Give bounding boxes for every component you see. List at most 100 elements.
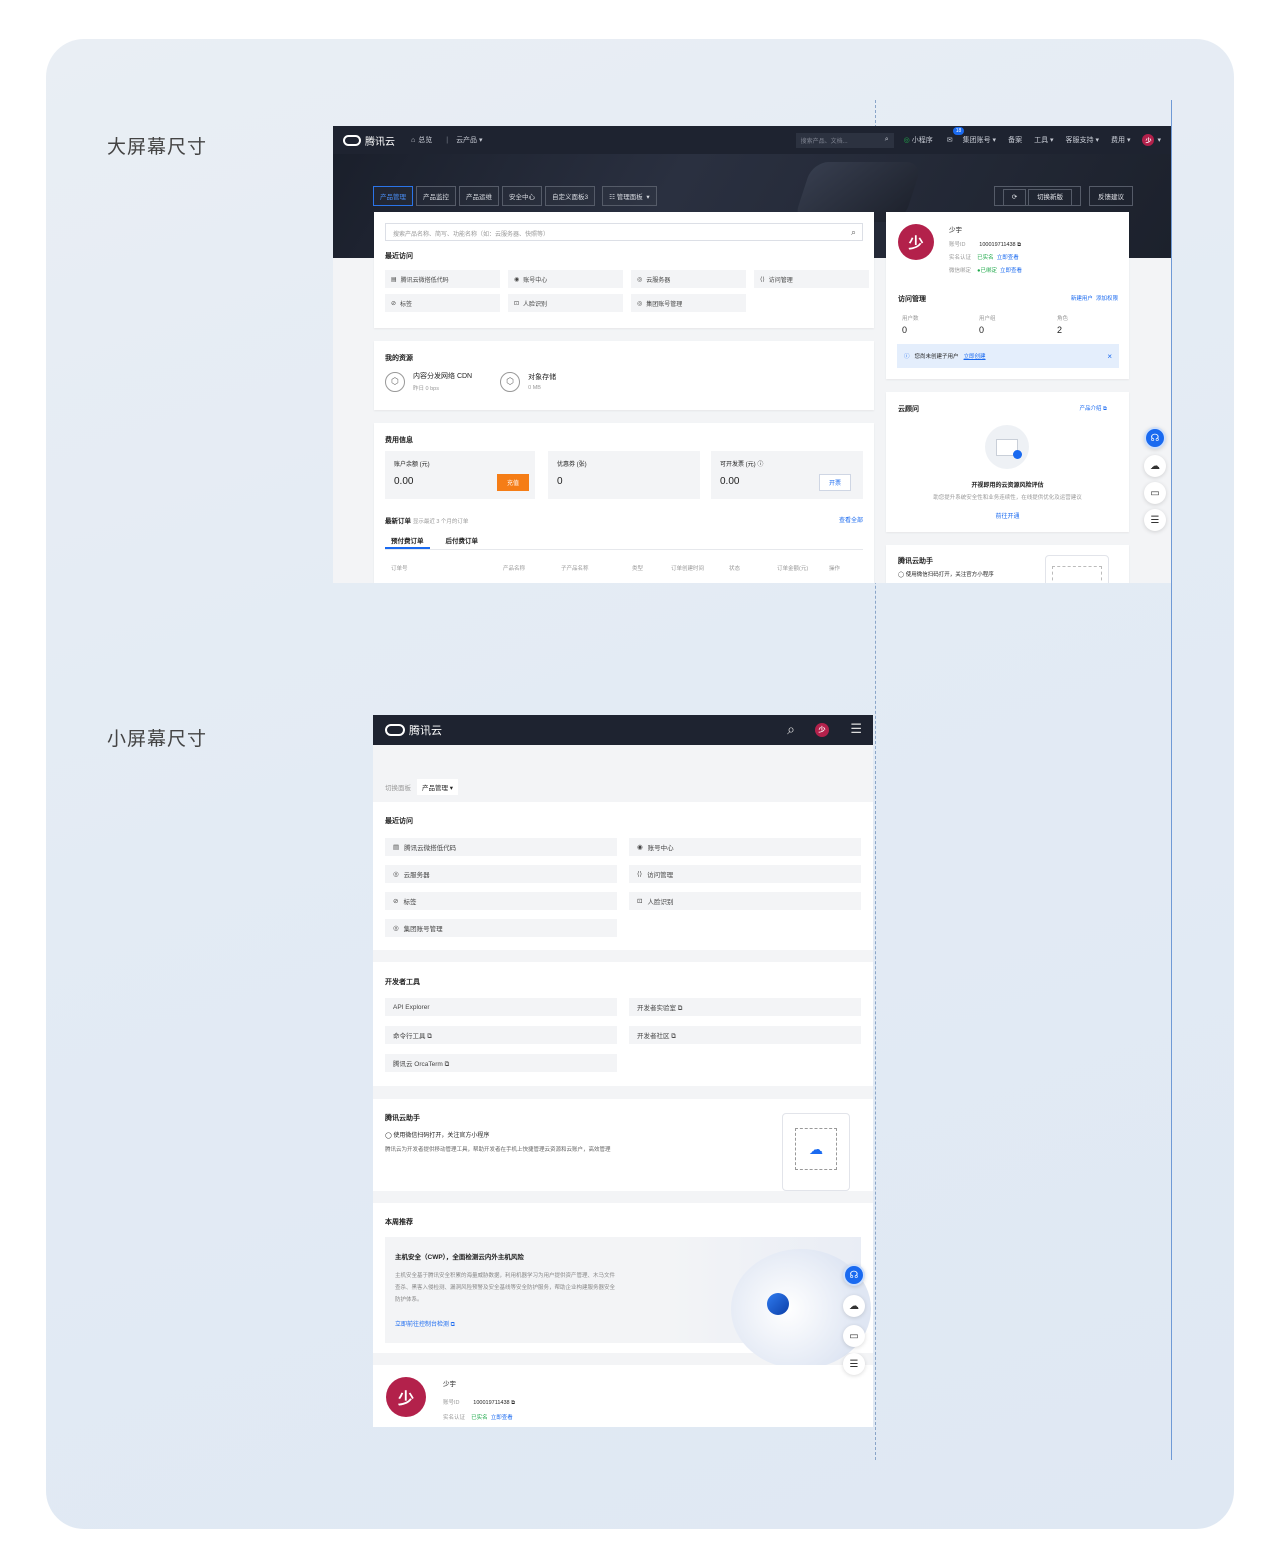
recent-item[interactable]: ◉ 账号中心 [629,838,861,856]
recent-item[interactable]: ▤ 腾讯云微搭低代码 [385,270,500,288]
info-icon: ⓘ [904,354,910,360]
recent-item[interactable]: ◎ 集团账号管理 [631,294,746,312]
recent-item[interactable]: ◎ 集团账号管理 [385,919,617,937]
notice-text: 您尚未创建子用户 [914,354,959,360]
resource-item[interactable]: ⬡ 内容分发网络 CDN 昨日 0 bps [385,371,472,392]
nav-home[interactable]: 总览 [418,135,432,145]
devtool-item[interactable]: 命令行工具 ⧉ [385,1026,617,1044]
create-subuser-link[interactable]: 立即创建 [964,352,986,360]
tab-security[interactable]: 安全中心 [502,186,542,206]
support-icon[interactable]: ☊ [843,1264,865,1286]
invoice-button[interactable]: 开票 [818,474,851,491]
tab-product-monitor[interactable]: 产品监控 [416,186,456,206]
invoice-label: 可开发票 (元) [720,462,756,468]
cloud-logo-icon [385,724,405,736]
product-search-input[interactable]: 搜索产品名称、简写、功能名称（如：云服务器、快照等） ⌕ [385,223,863,241]
document-icon [996,438,1022,459]
weekly-title: 本周推荐 [385,1219,413,1226]
brand-logo[interactable]: 腾讯云 [343,133,395,148]
recent-item[interactable]: ⊘ 标签 [385,892,617,910]
resource-name: 对象存储 [528,374,557,381]
grant-link[interactable]: 添加权限 [1096,296,1118,302]
stat-label: 用户组 [979,316,996,322]
balance-label: 账户余额 (元) [394,462,430,468]
copy-icon[interactable]: ⧉ [511,1400,515,1406]
recent-title: 最近访问 [385,253,413,260]
switch-label: 切换面板 [385,785,411,792]
tab-postpaid[interactable]: 后付费订单 [446,535,479,549]
support-icon[interactable]: ☊ [1144,427,1166,449]
brand-name: 腾讯云 [409,725,442,737]
security-orb-icon [767,1293,789,1315]
recommend-link[interactable]: 立即前往控制台检测 ⧉ [395,1319,455,1329]
search-icon: ⌕ [850,227,856,237]
stat-label: 用户数 [902,316,919,322]
nav-support[interactable]: 客服支持 ▾ [1066,135,1099,145]
feedback-button[interactable]: 反馈建议 [1089,186,1133,206]
recommend-banner[interactable]: 主机安全（CWP），全面检测云内外主机风险 主机安全基于腾讯安全积累的海量威胁数… [385,1237,871,1369]
recent-item[interactable]: ⊡ 人脸识别 [508,294,623,312]
col-subproduct: 子产品名称 [561,566,589,572]
menu-icon[interactable]: ☰ [850,721,862,737]
verify-status: 已实名 [977,255,994,261]
nav-products[interactable]: 云产品 ▾ [456,135,482,145]
tag-icon: ⊘ [391,300,397,307]
recent-item[interactable]: ⟨⟩ 访问管理 [629,865,861,883]
cloud-shell-icon[interactable]: ☁ [843,1295,865,1317]
advisor-intro-link[interactable]: 产品介绍 ⧉ [1080,404,1107,413]
switch-version-button[interactable]: ⟳ 切换新版 [993,186,1081,206]
recent-item[interactable]: ◎ 云服务器 [385,865,617,883]
close-icon[interactable]: × [1107,352,1112,361]
wechat-icon: ◯ [385,1133,392,1139]
docs-icon[interactable]: ▭ [1144,482,1166,504]
devtool-item[interactable]: API Explorer [385,998,617,1016]
nav-tools[interactable]: 工具 ▾ [1034,135,1053,145]
copy-icon[interactable]: ⧉ [1017,242,1021,248]
devtool-item[interactable]: 开发者实验室 ⧉ [629,998,861,1016]
advisor-cta[interactable]: 前往开通 [886,511,1129,520]
recent-item[interactable]: ⊡ 人脸识别 [629,892,861,910]
recent-item[interactable]: ◎ 云服务器 [631,270,746,288]
recharge-button[interactable]: 充值 [496,474,529,491]
list-icon[interactable]: ☰ [1144,509,1166,531]
global-search[interactable]: 搜索产品、文档... ⌕ [795,132,894,148]
profile-avatar[interactable]: 少 [898,224,934,260]
tab-product-ops[interactable]: 产品运维 [459,186,499,206]
new-user-link[interactable]: 新建用户 [1071,296,1093,302]
nav-mini-program[interactable]: 小程序 [912,135,933,145]
recent-item[interactable]: ◉ 账号中心 [508,270,623,288]
panel-select[interactable]: 产品管理 ▾ [417,779,459,795]
qr-code-image [1045,555,1109,583]
tab-product-manage[interactable]: 产品管理 [373,186,413,206]
billing-card: 费用信息 账户余额 (元) 0.00 充值 优惠券 (张) 0 可开发票 (元)… [374,423,874,583]
devtool-item[interactable]: 腾讯云 OrcaTerm ⧉ [385,1054,617,1072]
verify-link[interactable]: 立即查看 [491,1415,513,1421]
list-icon[interactable]: ☰ [843,1353,865,1375]
verify-link[interactable]: 立即查看 [997,255,1019,261]
view-all-orders-link[interactable]: 查看全部 [839,515,863,524]
docs-icon[interactable]: ▭ [843,1325,865,1347]
nav-billing[interactable]: 费用 ▾ [1111,135,1130,145]
nav-filing[interactable]: 备案 [1008,135,1022,145]
tab-prepaid[interactable]: 预付费订单 [385,535,430,549]
cloud-shell-icon[interactable]: ☁ [1144,455,1166,477]
tab-custom-panel[interactable]: 自定义面板3 [545,186,596,206]
recent-item[interactable]: ⊘ 标签 [385,294,500,312]
mail-icon[interactable]: ✉ 18 [947,127,965,144]
panel-icon: ☷ [609,194,615,201]
access-actions: 新建用户 添加权限 [1071,294,1118,302]
tab-manage-panel[interactable]: ☷ 管理面板 ▾ [602,186,657,206]
search-icon: ⌕ [884,136,889,143]
devtool-item[interactable]: 开发者社区 ⧉ [629,1026,861,1044]
avatar[interactable]: 少 [815,723,829,737]
search-icon[interactable]: ⌕ [787,721,795,738]
avatar[interactable]: 少 [1142,134,1155,146]
access-title: 访问管理 [898,296,926,303]
wechat-link[interactable]: 立即查看 [1000,268,1022,274]
resource-item[interactable]: ⬡ 对象存储 0 MB [500,371,556,392]
recent-item[interactable]: ⟨⟩ 访问管理 [754,270,869,288]
recent-item[interactable]: ▤ 腾讯云微搭低代码 [385,838,617,856]
nav-group-account[interactable]: 集团账号 ▾ [963,135,996,145]
profile-avatar[interactable]: 少 [386,1377,426,1417]
brand-logo[interactable]: 腾讯云 [385,722,442,738]
